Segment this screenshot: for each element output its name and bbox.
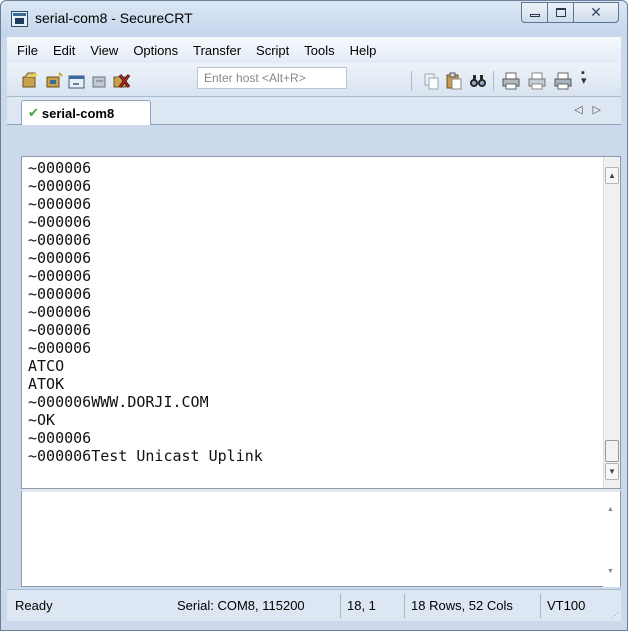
status-connection: Serial: COM8, 115200 — [177, 598, 305, 613]
terminal-line: ~000006 — [28, 231, 92, 249]
resize-grip-icon[interactable]: ⋰ — [611, 612, 619, 620]
scroll-up-icon[interactable]: ▲ — [607, 506, 614, 513]
tab-serial-com8[interactable]: ✔ serial-com8 — [21, 100, 151, 125]
terminal-line: ATOK — [28, 375, 65, 393]
minimize-icon — [529, 14, 540, 17]
terminal-text: ~000006 ~000006 ~000006 ~000006 ~000006 ~0000… — [28, 159, 263, 465]
terminal-output[interactable]: ~000006 ~000006 ~000006 ~000006 ~000006 ~0000… — [21, 156, 621, 489]
window-title: serial-com8 - SecureCRT — [35, 10, 193, 26]
connect-icon[interactable] — [21, 72, 39, 90]
menu-tools[interactable]: Tools — [304, 43, 334, 58]
session-tab-strip: ✔ serial-com8 ◁▷ — [7, 97, 621, 125]
terminal-line: ~000006 — [28, 159, 92, 177]
menu-options[interactable]: Options — [133, 43, 178, 58]
scrollbar-thumb[interactable] — [605, 440, 619, 462]
command-pane-scrollbar[interactable]: ▲ ▼ — [603, 492, 620, 587]
maximize-icon — [555, 8, 566, 17]
status-emulation: VT100 — [547, 598, 586, 613]
paste-icon[interactable] — [445, 72, 463, 90]
print-icon[interactable] — [502, 72, 520, 90]
securecrt-window: serial-com8 - SecureCRT ✕ File Edit View… — [0, 0, 628, 631]
find-icon[interactable] — [469, 72, 487, 90]
status-ready: Ready — [15, 598, 53, 613]
terminal-line: ~000006 — [28, 249, 92, 267]
toolbar: Enter host <Alt+R> ▪ ▾ — [7, 63, 621, 97]
menu-help[interactable]: Help — [350, 43, 377, 58]
menu-transfer[interactable]: Transfer — [193, 43, 241, 58]
tab-label: serial-com8 — [41, 105, 115, 121]
connect-tab-icon[interactable] — [68, 72, 86, 90]
securecrt-app-icon[interactable] — [11, 11, 28, 27]
terminal-line: ~000006 — [28, 213, 92, 231]
toolbar-separator — [411, 71, 412, 91]
close-button[interactable]: ✕ — [573, 2, 619, 23]
close-icon: ✕ — [590, 4, 602, 20]
menu-view[interactable]: View — [90, 43, 118, 58]
connected-check-icon: ✔ — [28, 105, 39, 120]
terminal-line: ATCO — [28, 357, 65, 375]
maximize-button[interactable] — [547, 2, 574, 23]
copy-icon[interactable] — [423, 72, 441, 90]
title-bar[interactable]: serial-com8 - SecureCRT ✕ — [1, 1, 627, 37]
printer-setup-icon[interactable] — [554, 72, 572, 90]
host-input[interactable]: Enter host <Alt+R> — [197, 67, 347, 89]
minimize-button[interactable] — [521, 2, 548, 23]
terminal-line: ~000006Test Unicast Uplink — [28, 447, 263, 465]
scroll-down-icon[interactable]: ▼ — [607, 568, 614, 575]
reconnect-icon[interactable] — [91, 72, 109, 90]
tab-scroll-arrows-icon[interactable]: ◁▷ — [574, 103, 611, 116]
status-separator — [340, 594, 341, 618]
terminal-line: ~000006 — [28, 177, 92, 195]
terminal-line: ~000006 — [28, 321, 92, 339]
terminal-line: ~000006WWW.DORJI.COM — [28, 393, 209, 411]
status-bar: Ready Serial: COM8, 115200 18, 1 18 Rows… — [7, 589, 621, 621]
status-cursor-position: 18, 1 — [347, 598, 376, 613]
terminal-line: ~000006 — [28, 303, 92, 321]
menu-edit[interactable]: Edit — [53, 43, 75, 58]
menu-file[interactable]: File — [17, 43, 38, 58]
terminal-line: ~000006 — [28, 267, 92, 285]
status-dimensions: 18 Rows, 52 Cols — [411, 598, 513, 613]
status-separator — [540, 594, 541, 618]
terminal-line: ~000006 — [28, 339, 92, 357]
terminal-scrollbar[interactable]: ▲ ▼ — [603, 157, 620, 488]
scroll-down-arrow-icon[interactable]: ▼ — [605, 463, 619, 480]
print-selection-icon[interactable] — [528, 72, 546, 90]
terminal-line: ~000006 — [28, 285, 92, 303]
terminal-line: ~000006 — [28, 195, 92, 213]
scroll-up-arrow-icon[interactable]: ▲ — [605, 167, 619, 184]
status-separator — [404, 594, 405, 618]
quick-connect-icon[interactable] — [45, 72, 63, 90]
menu-bar: File Edit View Options Transfer Script T… — [7, 37, 621, 63]
toolbar-overflow-icon[interactable]: ▪ ▾ — [581, 68, 587, 87]
terminal-line: ~OK — [28, 411, 56, 429]
menu-script[interactable]: Script — [256, 43, 289, 58]
disconnect-icon[interactable] — [113, 72, 131, 90]
toolbar-separator — [493, 71, 494, 91]
command-input-pane[interactable]: ▲ ▼ — [21, 489, 621, 587]
terminal-line: ~000006 — [28, 429, 92, 447]
